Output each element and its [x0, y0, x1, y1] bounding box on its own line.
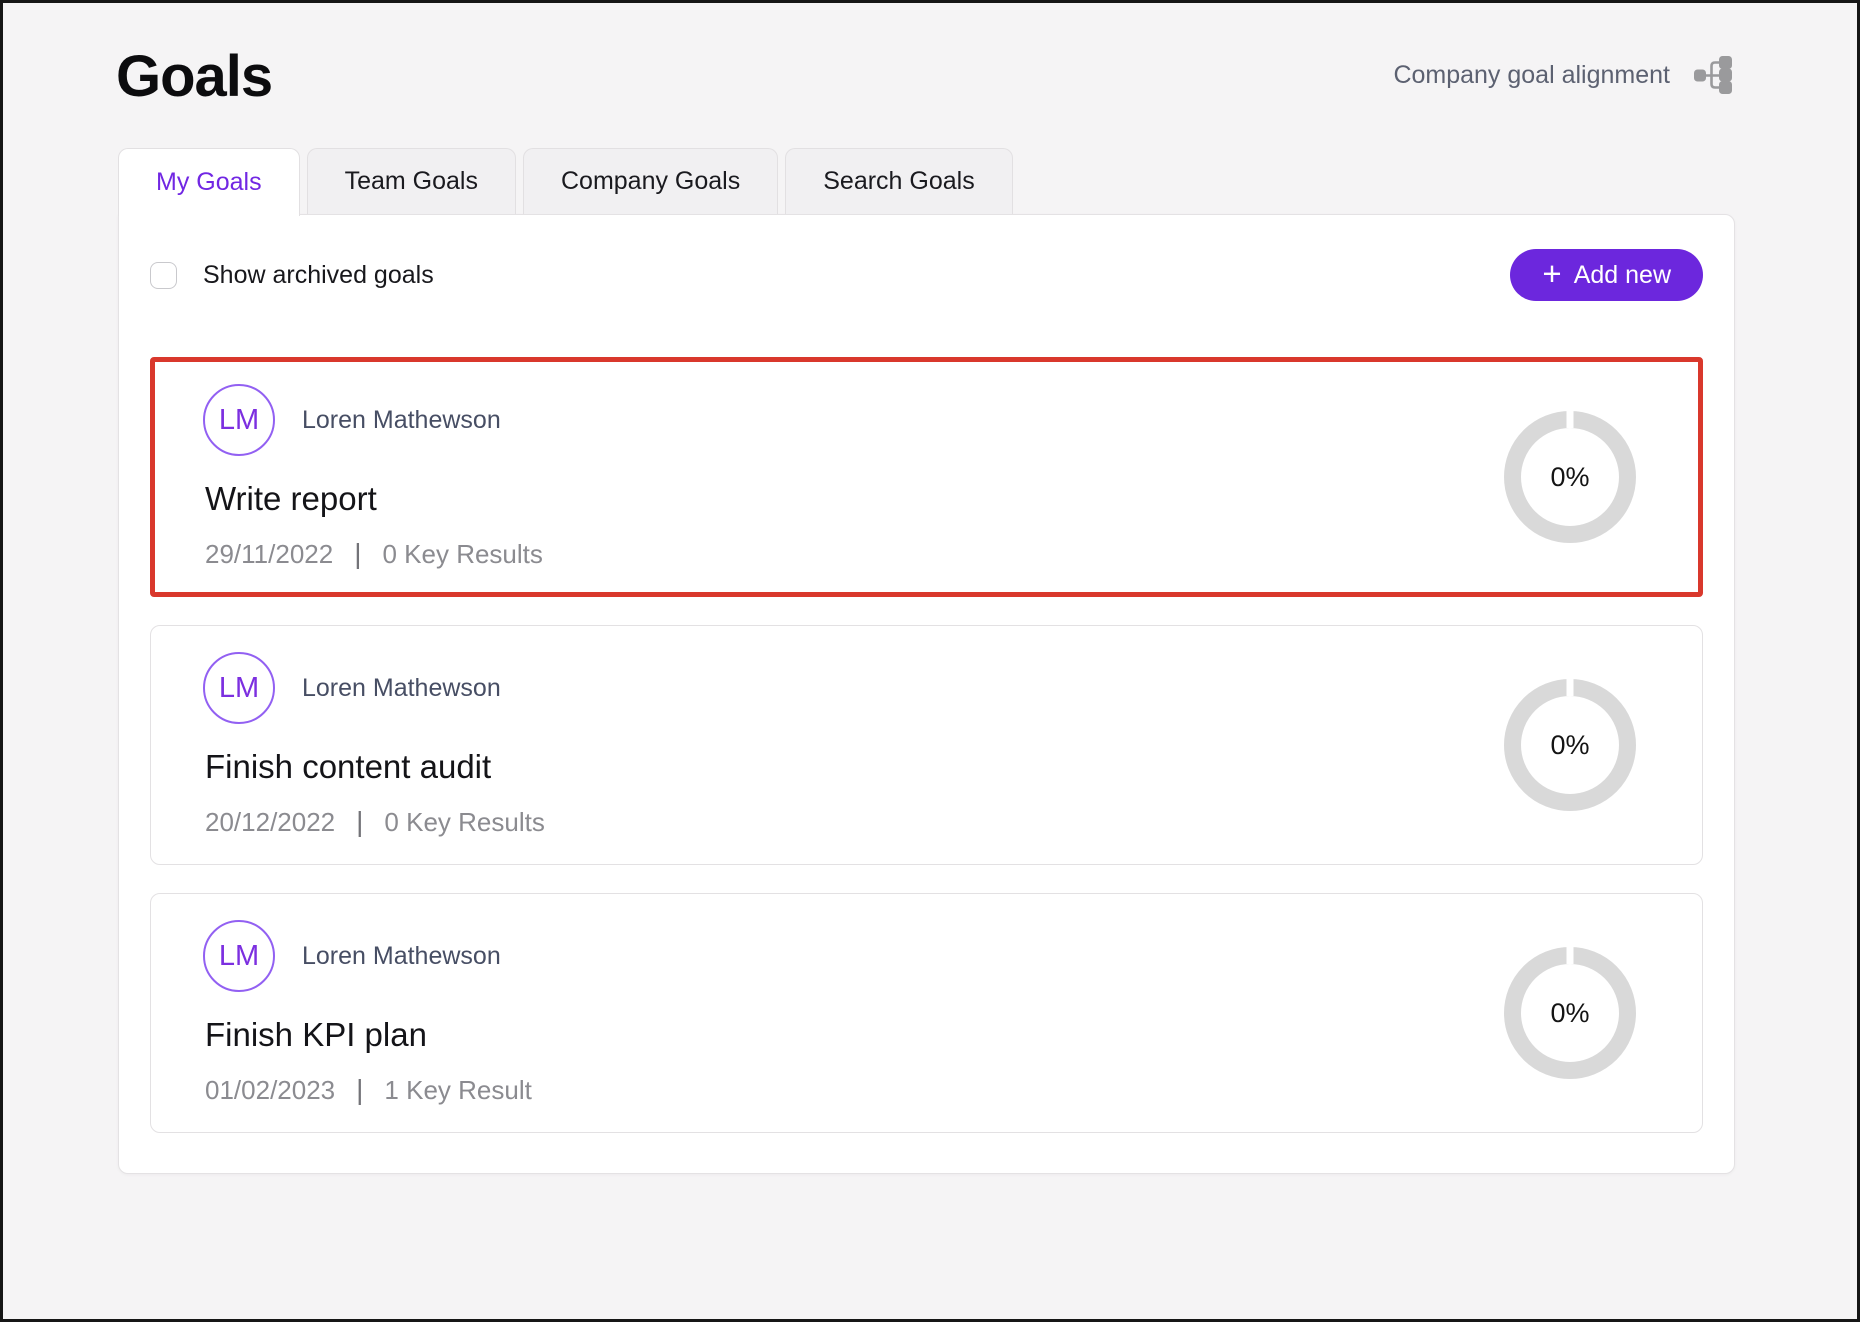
plus-icon: + [1542, 257, 1561, 290]
goal-date: 29/11/2022 [205, 539, 333, 570]
goal-date: 20/12/2022 [205, 807, 335, 838]
goal-info: LM Loren Mathewson Write report 29/11/20… [203, 384, 543, 570]
tab-search-goals[interactable]: Search Goals [785, 148, 1012, 214]
goal-info: LM Loren Mathewson Finish content audit … [203, 652, 545, 838]
avatar: LM [203, 652, 275, 724]
goal-title: Finish KPI plan [205, 1016, 532, 1054]
avatar: LM [203, 920, 275, 992]
goal-card-finish-content-audit[interactable]: LM Loren Mathewson Finish content audit … [150, 625, 1703, 865]
owner-row: LM Loren Mathewson [203, 920, 532, 992]
meta-separator: | [356, 1074, 363, 1106]
goal-info: LM Loren Mathewson Finish KPI plan 01/02… [203, 920, 532, 1106]
meta-separator: | [354, 538, 361, 570]
tab-bar: My Goals Team Goals Company Goals Search… [118, 148, 1857, 214]
goal-list: LM Loren Mathewson Write report 29/11/20… [150, 357, 1703, 1133]
progress-label: 0% [1550, 730, 1589, 761]
goals-panel: Show archived goals + Add new LM Loren M… [118, 214, 1735, 1174]
tab-company-goals[interactable]: Company Goals [523, 148, 778, 214]
progress-ring: 0% [1504, 679, 1636, 811]
panel-toolbar: Show archived goals + Add new [150, 249, 1703, 301]
goal-key-results: 0 Key Results [384, 807, 544, 838]
progress-ring: 0% [1504, 411, 1636, 543]
meta-separator: | [356, 806, 363, 838]
company-goal-alignment-label: Company goal alignment [1393, 61, 1670, 90]
page-title: Goals [116, 43, 272, 110]
goal-meta: 01/02/2023 | 1 Key Result [205, 1074, 532, 1106]
tab-team-goals[interactable]: Team Goals [307, 148, 516, 214]
add-new-label: Add new [1574, 261, 1671, 290]
show-archived-checkbox[interactable] [150, 262, 177, 289]
goal-title: Finish content audit [205, 748, 545, 786]
goal-owner-name: Loren Mathewson [302, 942, 501, 971]
goal-key-results: 1 Key Result [384, 1075, 531, 1106]
progress-label: 0% [1550, 998, 1589, 1029]
goal-owner-name: Loren Mathewson [302, 674, 501, 703]
goal-title: Write report [205, 480, 543, 518]
goal-card-finish-kpi-plan[interactable]: LM Loren Mathewson Finish KPI plan 01/02… [150, 893, 1703, 1133]
progress-ring: 0% [1504, 947, 1636, 1079]
show-archived-toggle[interactable]: Show archived goals [150, 261, 434, 290]
show-archived-label: Show archived goals [203, 261, 434, 290]
goal-date: 01/02/2023 [205, 1075, 335, 1106]
goal-meta: 29/11/2022 | 0 Key Results [205, 538, 543, 570]
goal-owner-name: Loren Mathewson [302, 406, 501, 435]
tab-my-goals[interactable]: My Goals [118, 148, 300, 216]
owner-row: LM Loren Mathewson [203, 384, 543, 456]
goal-card-write-report[interactable]: LM Loren Mathewson Write report 29/11/20… [150, 357, 1703, 597]
progress-label: 0% [1550, 462, 1589, 493]
goal-key-results: 0 Key Results [382, 539, 542, 570]
page-header: Goals Company goal alignment [3, 3, 1857, 110]
goal-meta: 20/12/2022 | 0 Key Results [205, 806, 545, 838]
company-goal-alignment-link[interactable]: Company goal alignment [1393, 53, 1737, 97]
add-new-button[interactable]: + Add new [1510, 249, 1703, 301]
hierarchy-icon [1692, 53, 1737, 97]
avatar: LM [203, 384, 275, 456]
owner-row: LM Loren Mathewson [203, 652, 545, 724]
